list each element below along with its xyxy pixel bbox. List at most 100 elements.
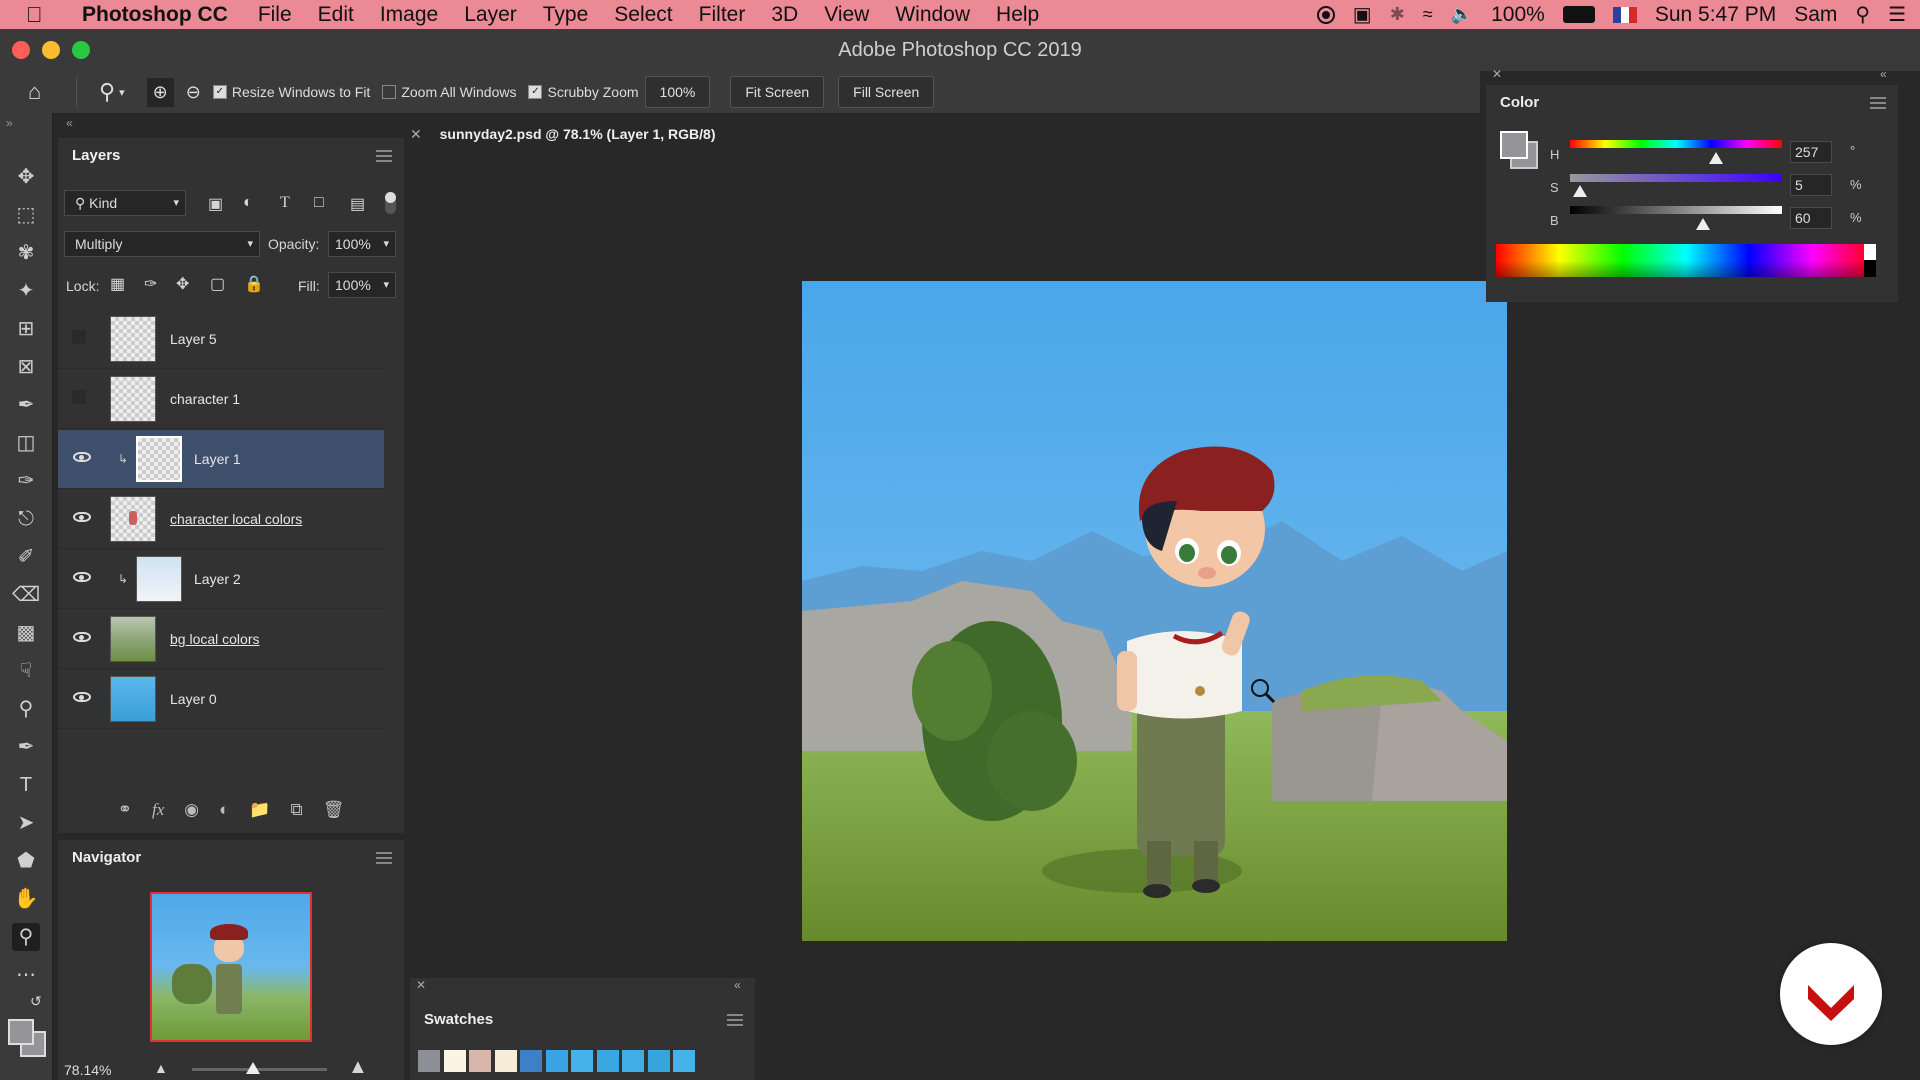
blend-mode-select[interactable]: Multiply ▾ (64, 231, 260, 257)
pen-tool-icon[interactable]: ✒ (12, 733, 40, 761)
healing-brush-tool-icon[interactable]: ◫ (12, 429, 40, 457)
menu-help[interactable]: Help (996, 3, 1039, 27)
collapse-toolbar-icon[interactable]: » (6, 116, 13, 130)
hue-slider-knob[interactable] (1709, 152, 1723, 164)
brightness-field[interactable]: 60 (1790, 207, 1832, 229)
apple-icon[interactable]:  (26, 2, 56, 28)
brightness-slider-knob[interactable] (1696, 218, 1710, 230)
more-tools-icon[interactable]: ⋯ (12, 961, 40, 989)
zoom-percent-field[interactable]: 100% (644, 76, 711, 108)
hand-tool-icon[interactable]: ✋ (12, 885, 40, 913)
menu-edit[interactable]: Edit (318, 3, 354, 27)
user-name[interactable]: Sam (1794, 3, 1837, 27)
new-group-icon[interactable]: 📁 (249, 800, 270, 830)
layer-row[interactable]: character 1 (58, 370, 384, 429)
foreground-color-swatch[interactable] (8, 1019, 34, 1045)
zoom-in-mountain-icon[interactable]: ▲ (348, 1056, 368, 1079)
layer-name[interactable]: Layer 5 (170, 331, 217, 347)
stamp-tool-icon[interactable]: ⎋ (12, 505, 40, 533)
eye-icon[interactable] (73, 572, 91, 582)
menu-window[interactable]: Window (895, 3, 970, 27)
menu-3d[interactable]: 3D (771, 3, 798, 27)
panel-menu-icon[interactable] (1870, 97, 1886, 109)
color-swatch[interactable] (571, 1050, 593, 1072)
smart-object-filter-icon[interactable]: ▤ (350, 194, 365, 214)
zoom-out-mountain-icon[interactable]: ▲ (154, 1060, 168, 1076)
scrubby-zoom-checkbox[interactable]: ✓ Scrubby Zoom (528, 84, 639, 100)
menu-image[interactable]: Image (380, 3, 438, 27)
saturation-slider-knob[interactable] (1573, 185, 1587, 197)
hue-field[interactable]: 257 (1790, 141, 1832, 163)
layer-filter-select[interactable]: ⚲ Kind ▾ (64, 190, 186, 216)
path-selection-tool-icon[interactable]: ➤ (12, 809, 40, 837)
type-tool-icon[interactable]: T (12, 771, 40, 799)
pixel-filter-icon[interactable]: ▣ (208, 194, 223, 214)
layer-row-selected[interactable]: ↳ Layer 1 (58, 430, 384, 489)
color-swatch[interactable] (545, 1050, 568, 1072)
navigator-slider-knob[interactable] (246, 1062, 260, 1074)
canvas-image[interactable] (802, 281, 1507, 941)
move-tool-icon[interactable]: ✥ (12, 163, 40, 191)
navigator-zoom-value[interactable]: 78.14% (64, 1062, 111, 1078)
close-document-icon[interactable]: ✕ (410, 126, 422, 142)
menu-type[interactable]: Type (543, 3, 589, 27)
opacity-field[interactable]: 100% ▾ (328, 231, 396, 257)
notification-center-icon[interactable]: ☰ (1888, 2, 1906, 27)
flag-icon[interactable] (1612, 6, 1637, 23)
layer-row[interactable]: bg local colors (58, 610, 384, 669)
chevron-down-icon[interactable]: ▾ (383, 232, 389, 256)
zoom-tool-icon[interactable]: ⚲ (99, 79, 115, 105)
eye-icon[interactable] (73, 692, 91, 702)
eye-icon[interactable] (73, 452, 91, 462)
layer-row[interactable]: character local colors (58, 490, 384, 549)
layer-name[interactable]: character local colors (170, 511, 302, 527)
color-swatch[interactable] (469, 1050, 491, 1072)
spotlight-search-icon[interactable]: ⚲ (1855, 2, 1870, 27)
battery-icon[interactable] (1562, 6, 1595, 23)
fx-icon[interactable]: fx (152, 800, 164, 830)
color-swatch[interactable] (622, 1050, 644, 1072)
trash-icon[interactable]: 🗑 (323, 800, 345, 830)
black-swatch[interactable] (1864, 260, 1876, 277)
color-swatch[interactable] (494, 1050, 517, 1072)
minimize-window-button[interactable] (42, 41, 60, 59)
layer-name[interactable]: character 1 (170, 391, 240, 407)
volume-icon[interactable]: 🔈 (1451, 4, 1473, 25)
bluetooth-icon[interactable]: ✱ (1390, 4, 1405, 25)
layer-name[interactable]: Layer 0 (170, 691, 217, 707)
lock-image-icon[interactable]: ✑ (144, 274, 157, 294)
chevron-down-icon[interactable]: ▾ (383, 273, 389, 297)
menu-view[interactable]: View (824, 3, 869, 27)
magic-wand-tool-icon[interactable]: ✦ (12, 277, 40, 305)
lasso-tool-icon[interactable]: ✾ (12, 239, 40, 267)
panel-menu-icon[interactable] (727, 1014, 743, 1026)
collapse-panel-icon[interactable]: « (1880, 67, 1887, 81)
visibility-toggle-off[interactable] (72, 330, 86, 344)
hue-slider[interactable] (1570, 140, 1782, 148)
filter-toggle-icon[interactable] (385, 192, 396, 214)
menu-select[interactable]: Select (614, 3, 672, 27)
crop-tool-icon[interactable]: ⊞ (12, 315, 40, 343)
saturation-field[interactable]: 5 (1790, 174, 1832, 196)
menu-filter[interactable]: Filter (699, 3, 746, 27)
eye-icon[interactable] (73, 632, 91, 642)
display-icon[interactable]: ▣ (1353, 2, 1372, 27)
close-window-button[interactable] (12, 41, 30, 59)
type-filter-icon[interactable]: T (280, 194, 290, 212)
zoom-out-icon[interactable]: ⊖ (186, 82, 201, 103)
document-tab[interactable]: ✕ sunnyday2.psd @ 78.1% (Layer 1, RGB/8) (410, 126, 760, 154)
link-layers-icon[interactable]: ⚭ (118, 800, 132, 830)
zoom-all-windows-checkbox[interactable]: Zoom All Windows (382, 84, 516, 100)
eraser-tool-icon[interactable]: ⌫ (12, 581, 40, 609)
panel-menu-icon[interactable] (376, 150, 392, 162)
clock[interactable]: Sun 5:47 PM (1655, 3, 1776, 27)
record-icon[interactable] (1316, 5, 1335, 24)
fill-screen-button[interactable]: Fill Screen (838, 76, 935, 108)
close-panel-icon[interactable]: ✕ (1492, 67, 1502, 81)
color-spectrum-bar[interactable] (1496, 244, 1876, 277)
saturation-slider[interactable] (1570, 174, 1782, 182)
collapse-panels-icon[interactable]: « (66, 116, 73, 130)
color-swatch[interactable] (673, 1050, 695, 1072)
close-panel-icon[interactable]: ✕ (416, 978, 426, 992)
color-swatch[interactable] (418, 1050, 440, 1072)
